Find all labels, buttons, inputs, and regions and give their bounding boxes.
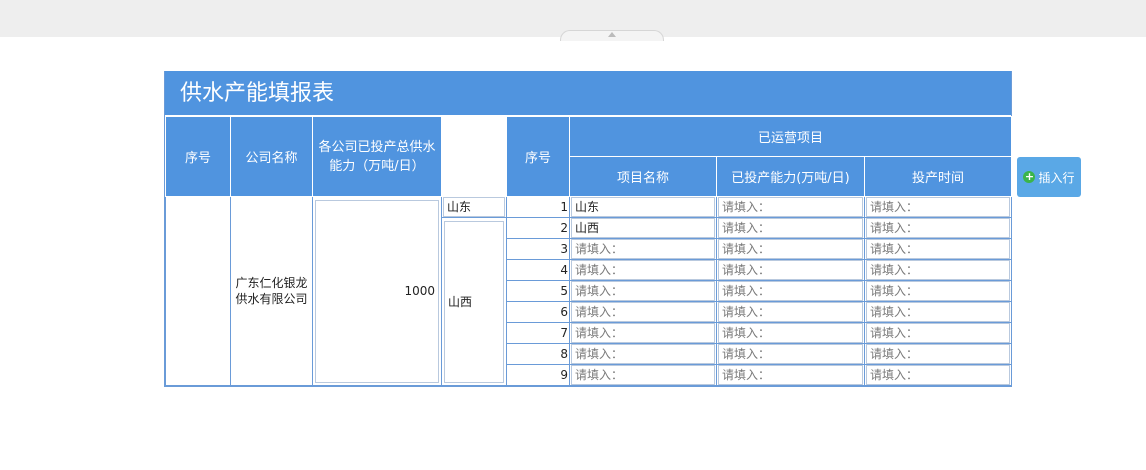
project-time-input[interactable]: 请填入： [866, 344, 1011, 364]
row-number: 6 [506, 301, 570, 323]
project-capacity-cell: 请填入： [716, 301, 865, 323]
insert-row-label: 插入行 [1038, 170, 1075, 185]
project-time-input[interactable]: 请填入： [866, 239, 1011, 259]
project-time-input[interactable]: 请填入： [866, 323, 1011, 343]
header-project-capacity: 已投产能力(万吨/日) [716, 156, 865, 197]
project-time-input[interactable]: 请填入： [866, 218, 1011, 238]
project-name-input[interactable]: 请填入： [571, 281, 715, 301]
row-number: 5 [506, 280, 570, 302]
top-bar [0, 0, 1146, 41]
project-capacity-input[interactable]: 请填入： [718, 239, 863, 259]
header-operating-projects: 已运营项目 [568, 116, 1013, 157]
project-capacity-cell: 请填入： [716, 238, 865, 260]
project-name-cell: 请填入： [569, 238, 717, 260]
row-number: 1 [506, 196, 570, 218]
table-row: 广东仁化银龙供水有限公司 1000 山东 1 山东 请填入： 请填入： [165, 196, 1013, 386]
company-name[interactable]: 广东仁化银龙供水有限公司 [235, 276, 307, 306]
project-capacity-cell: 请填入： [716, 343, 865, 365]
capacity-cell: 1000 [312, 196, 442, 386]
project-name-cell: 请填入： [569, 364, 717, 386]
project-time-cell: 请填入： [863, 322, 1013, 344]
header-project-name: 项目名称 [569, 156, 717, 197]
header-company: 公司名称 [230, 116, 313, 197]
project-capacity-cell: 请填入： [716, 280, 865, 302]
project-time-input[interactable]: 请填入： [866, 365, 1011, 385]
row-number: 9 [506, 364, 570, 386]
project-capacity-input[interactable]: 请填入： [718, 302, 863, 322]
project-name-cell: 请填入： [569, 343, 717, 365]
project-capacity-input[interactable]: 请填入： [718, 323, 863, 343]
row-number: 7 [506, 322, 570, 344]
project-capacity-input[interactable]: 请填入： [718, 281, 863, 301]
project-name-input[interactable]: 请填入： [571, 323, 715, 343]
project-capacity-input[interactable]: 请填入： [718, 260, 863, 280]
header-seq: 序号 [165, 116, 231, 197]
row-number: 3 [506, 238, 570, 260]
project-time-input[interactable]: 请填入： [866, 281, 1011, 301]
project-time-cell: 请填入： [863, 217, 1013, 239]
header-capacity-text: 各公司已投产总供水能力（万吨/日） [318, 139, 436, 174]
project-name-cell: 山西 [569, 217, 717, 239]
project-time-cell: 请填入： [863, 238, 1013, 260]
capacity-form: 供水产能填报表 序号 公司名称 各公司已投产总供水能力（万吨/日） 序号 已运营… [164, 71, 1013, 387]
header-seq-2: 序号 [506, 116, 570, 197]
project-time-cell: 请填入： [863, 364, 1013, 386]
project-time-cell: 请填入： [863, 301, 1013, 323]
project-capacity-input[interactable]: 请填入： [718, 218, 863, 238]
project-name-cell: 请填入： [569, 322, 717, 344]
header-region-blank [441, 116, 507, 197]
project-name-input[interactable]: 请填入： [571, 365, 715, 385]
total-capacity-value: 1000 [404, 284, 435, 298]
plus-icon: + [1023, 170, 1036, 183]
project-name-cell: 请填入： [569, 301, 717, 323]
project-capacity-cell: 请填入： [716, 364, 865, 386]
seq-cell [165, 196, 231, 386]
row-number: 4 [506, 259, 570, 281]
capacity-table: 序号 公司名称 各公司已投产总供水能力（万吨/日） 序号 已运营项目 项目名称 … [165, 116, 1013, 386]
project-name-input[interactable]: 请填入： [571, 260, 715, 280]
project-capacity-cell: 请填入： [716, 259, 865, 281]
total-capacity-input[interactable]: 1000 [315, 199, 439, 383]
form-title: 供水产能填报表 [165, 71, 1011, 116]
project-name-input[interactable]: 山西 [571, 218, 715, 238]
chevron-up-icon [608, 32, 616, 37]
region-input[interactable]: 山西 [444, 220, 504, 383]
region-input[interactable]: 山东 [443, 197, 505, 217]
project-time-cell: 请填入： [863, 280, 1013, 302]
project-name-cell: 请填入： [569, 280, 717, 302]
region-value: 山西 [448, 295, 473, 309]
project-capacity-input[interactable]: 请填入： [718, 365, 863, 385]
row-number: 2 [506, 217, 570, 239]
region-cell: 山东 [441, 196, 507, 218]
insert-row-button[interactable]: + 插入行 [1017, 157, 1081, 197]
project-name-input[interactable]: 山东 [571, 197, 715, 217]
header-capacity: 各公司已投产总供水能力（万吨/日） [312, 116, 442, 197]
project-capacity-input[interactable]: 请填入： [718, 344, 863, 364]
project-name-input[interactable]: 请填入： [571, 239, 715, 259]
project-time-input[interactable]: 请填入： [866, 260, 1011, 280]
collapse-handle[interactable] [560, 30, 664, 41]
header-project-time: 投产时间 [863, 156, 1013, 197]
project-name-cell: 请填入： [569, 259, 717, 281]
project-time-cell: 请填入： [863, 259, 1013, 281]
project-capacity-cell: 请填入： [716, 196, 865, 218]
project-capacity-input[interactable]: 请填入： [718, 197, 863, 217]
project-name-input[interactable]: 请填入： [571, 344, 715, 364]
project-time-input[interactable]: 请填入： [866, 302, 1011, 322]
project-time-input[interactable]: 请填入： [866, 197, 1011, 217]
project-name-cell: 山东 [569, 196, 717, 218]
company-cell: 广东仁化银龙供水有限公司 [230, 196, 313, 386]
region-cell: 山西 [441, 217, 507, 386]
row-number: 8 [506, 343, 570, 365]
project-time-cell: 请填入： [863, 196, 1013, 218]
project-capacity-cell: 请填入： [716, 217, 865, 239]
project-time-cell: 请填入： [863, 343, 1013, 365]
project-name-input[interactable]: 请填入： [571, 302, 715, 322]
project-capacity-cell: 请填入： [716, 322, 865, 344]
